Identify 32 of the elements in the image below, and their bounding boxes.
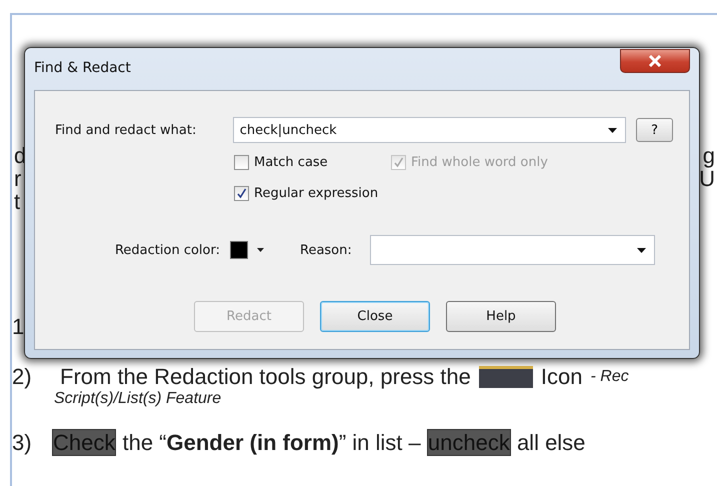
dropdown-arrow-icon [637, 248, 646, 252]
checkmark-icon [236, 188, 247, 199]
color-picker-button[interactable] [228, 239, 266, 261]
field-label: Reason: [300, 242, 353, 258]
checkbox-option[interactable]: Regular expression [234, 186, 378, 201]
close-button[interactable] [620, 49, 690, 73]
checkbox-option[interactable]: Match case [234, 155, 328, 170]
help-button[interactable]: ? [636, 118, 673, 142]
body-text: U [699, 166, 715, 189]
note-text: - Rec [590, 368, 629, 386]
field-label: Find and redact what: [55, 122, 198, 138]
search-combo-field[interactable]: check|uncheck [232, 117, 626, 143]
checkbox-option: Find whole word only [391, 155, 548, 170]
dialog-button[interactable]: Help [446, 301, 556, 332]
toolbar-icon [478, 366, 533, 388]
step-text: From the Redaction tools group, press the [60, 364, 471, 390]
body-text: g [702, 143, 715, 166]
close-icon [648, 55, 662, 67]
body-text: t [14, 189, 20, 212]
step-text: Icon [540, 364, 582, 390]
dropdown-arrow-icon [257, 248, 264, 252]
window-title: Find & Redact [34, 60, 131, 76]
body-text: r [14, 166, 22, 189]
step-text: Check the “Gender (in form)” in list – uncheck all else [52, 430, 586, 456]
step-number: 1 [12, 314, 24, 339]
field-label: Redaction color: [114, 242, 220, 258]
feature-note: Script(s)/List(s) Feature [54, 390, 222, 408]
checkmark-icon [393, 157, 404, 168]
step-number: 2) [12, 364, 33, 390]
dropdown-arrow-icon [608, 128, 618, 132]
dialog-button[interactable]: Close [320, 301, 430, 332]
step-number: 3) [12, 430, 33, 456]
